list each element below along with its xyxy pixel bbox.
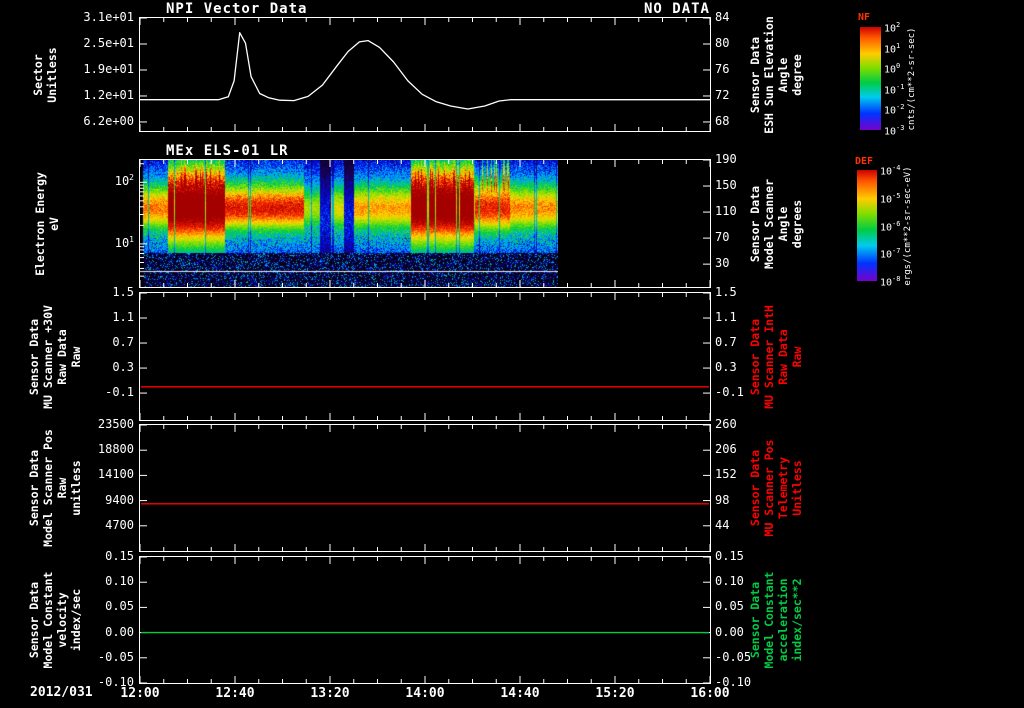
- figure: NPI Vector Data NO DATA MEx ELS-01 LR 20…: [0, 0, 1024, 708]
- panel-axes: [140, 293, 710, 420]
- plot-title: NPI Vector Data: [166, 1, 308, 17]
- axis-title-line: eV: [47, 216, 61, 231]
- axis-title-line: Sensor Data: [27, 581, 41, 659]
- colorbar-tick-label: 10-3: [884, 124, 905, 138]
- colorbar-tick-label: 10-1: [884, 82, 905, 97]
- axis-title-line: acceleration: [776, 578, 790, 662]
- axis-title-line: degree: [790, 53, 804, 96]
- colorbar-tick-label: 10-5: [880, 191, 901, 206]
- colorbar-tick-label: 101: [884, 41, 901, 55]
- axis-title-line: MU Scanner Pos: [762, 439, 776, 537]
- colorbar-tick-label: 100: [884, 62, 901, 76]
- axis-title-line: index/sec: [69, 588, 83, 652]
- axis-title-line: Model Scanner Pos: [41, 429, 55, 547]
- axis-title-line: Unitless: [790, 460, 804, 516]
- y-tick-label: 190: [715, 152, 737, 166]
- axis-title-line: Sensor Data: [27, 318, 41, 395]
- axis-title-right: Sensor Data MU Scanner Pos Telemetry Unitle…: [748, 440, 804, 537]
- axis-title-line: ESH Sun Elevation: [762, 15, 776, 134]
- panel-axes: [140, 425, 710, 551]
- y-tick-label: 1.9e+01: [83, 61, 134, 76]
- axis-title-line: Raw Data: [776, 328, 790, 385]
- y-tick-label: 1.2e+01: [83, 87, 134, 102]
- axis-title-line: Angle: [776, 206, 790, 241]
- axis-title-line: velocity: [55, 592, 69, 648]
- axis-title-line: MU Scanner +30V: [41, 304, 55, 409]
- axis-title-line: Sector: [31, 53, 45, 96]
- panel-axes: [140, 557, 710, 683]
- axis-title-line: Electron Energy: [33, 171, 47, 276]
- y-tick-label: 260: [715, 417, 737, 431]
- colorbar-tick-label: 10-2: [884, 103, 905, 117]
- axis-title-line: Model Scanner: [762, 178, 776, 269]
- axis-title-line: Sensor Data: [748, 185, 762, 262]
- colorbar-tick-label: 10-8: [880, 275, 901, 289]
- panel-axes: [140, 18, 710, 131]
- axis-title-right: Sensor Data Model Constant acceleration ind…: [748, 572, 804, 669]
- panel-axes: [140, 160, 710, 287]
- y-tick-label: 0.15: [105, 549, 134, 563]
- axis-title-line: Sensor Data: [748, 581, 762, 659]
- colorbar-gradient: [857, 170, 877, 281]
- data-curve: [140, 32, 710, 110]
- axis-title-line: unitless: [69, 460, 83, 516]
- no-data-label: NO DATA: [643, 1, 710, 17]
- axis-title-line: MU Scanner IntH: [762, 304, 776, 409]
- x-tick-label: 12:00: [120, 686, 160, 701]
- axis-title-right: Sensor Data ESH Sun Elevation Angle degree: [748, 16, 804, 134]
- y-tick-label: 3.1e+01: [83, 10, 134, 24]
- axis-title-line: Raw: [69, 346, 83, 367]
- axis-title-left: Sector Unitless: [31, 47, 59, 102]
- x-tick-label: 15:20: [595, 686, 635, 701]
- x-tick-label: 16:00: [690, 686, 730, 701]
- axis-title-left: Sensor Data Model Constant velocity index/s…: [27, 572, 83, 669]
- axis-title-line: Sensor Data: [748, 449, 762, 527]
- y-tick-label: 6.2e+00: [83, 113, 134, 128]
- x-tick-label: 14:00: [405, 686, 445, 701]
- colorbar-tick-label: 10-7: [880, 247, 901, 261]
- axis-title-line: index/sec**2: [790, 578, 804, 662]
- colorbar-def-units: ergs/(cm**2-sr-sec-eV): [903, 166, 913, 286]
- axis-title-left: Sensor Data MU Scanner +30V Raw Data Raw: [27, 305, 83, 409]
- y-tick-label: 1.5: [715, 285, 737, 299]
- colorbar-def-title: DEF: [855, 156, 874, 167]
- x-tick-label: 12:40: [215, 686, 255, 701]
- x-tick-label: 13:20: [310, 686, 350, 701]
- colorbar-tick-label: 10-4: [880, 164, 901, 178]
- y-tick-label: 2.5e+01: [83, 35, 134, 50]
- axis-title-right: Sensor Data Model Scanner Angle degrees: [748, 178, 804, 268]
- spectrogram-title: MEx ELS-01 LR: [166, 143, 289, 159]
- axis-title-line: Sensor Data: [748, 318, 762, 395]
- colorbar-nf-title: NF: [858, 12, 871, 23]
- axis-title-left: Electron Energy eV: [33, 172, 61, 276]
- axis-title-right: Sensor Data MU Scanner IntH Raw Data Raw: [748, 305, 804, 409]
- axis-title-line: Unitless: [45, 46, 59, 103]
- axis-title-line: Raw: [55, 477, 69, 499]
- colorbar-tick-label: 102: [884, 21, 901, 35]
- axis-title-line: Sensor Data: [27, 449, 41, 527]
- axis-title-line: Sensor Data: [748, 36, 762, 113]
- axis-title-line: Model Constant: [41, 571, 55, 669]
- axis-title-line: Raw: [790, 346, 804, 367]
- x-tick-label: 14:40: [500, 686, 540, 701]
- axis-title-line: degrees: [790, 199, 804, 248]
- colorbar-gradient: [860, 27, 881, 130]
- axis-title-left: Sensor Data Model Scanner Pos Raw unitless: [27, 429, 83, 547]
- axis-title-line: Raw Data: [55, 328, 69, 385]
- axis-title-line: Telemetry: [776, 456, 790, 520]
- y-tick-label: 0.15: [715, 549, 744, 563]
- axis-title-line: Model Constant: [762, 571, 776, 669]
- y-tick-label: 101: [114, 234, 134, 250]
- y-tick-label: 1.5: [112, 285, 134, 299]
- y-tick-label: 102: [114, 173, 134, 189]
- colorbar-nf-units: cnts/(cm**2-sr-sec): [907, 27, 917, 131]
- axis-title-line: Angle: [776, 57, 790, 92]
- colorbar-tick-label: 10-6: [880, 219, 901, 233]
